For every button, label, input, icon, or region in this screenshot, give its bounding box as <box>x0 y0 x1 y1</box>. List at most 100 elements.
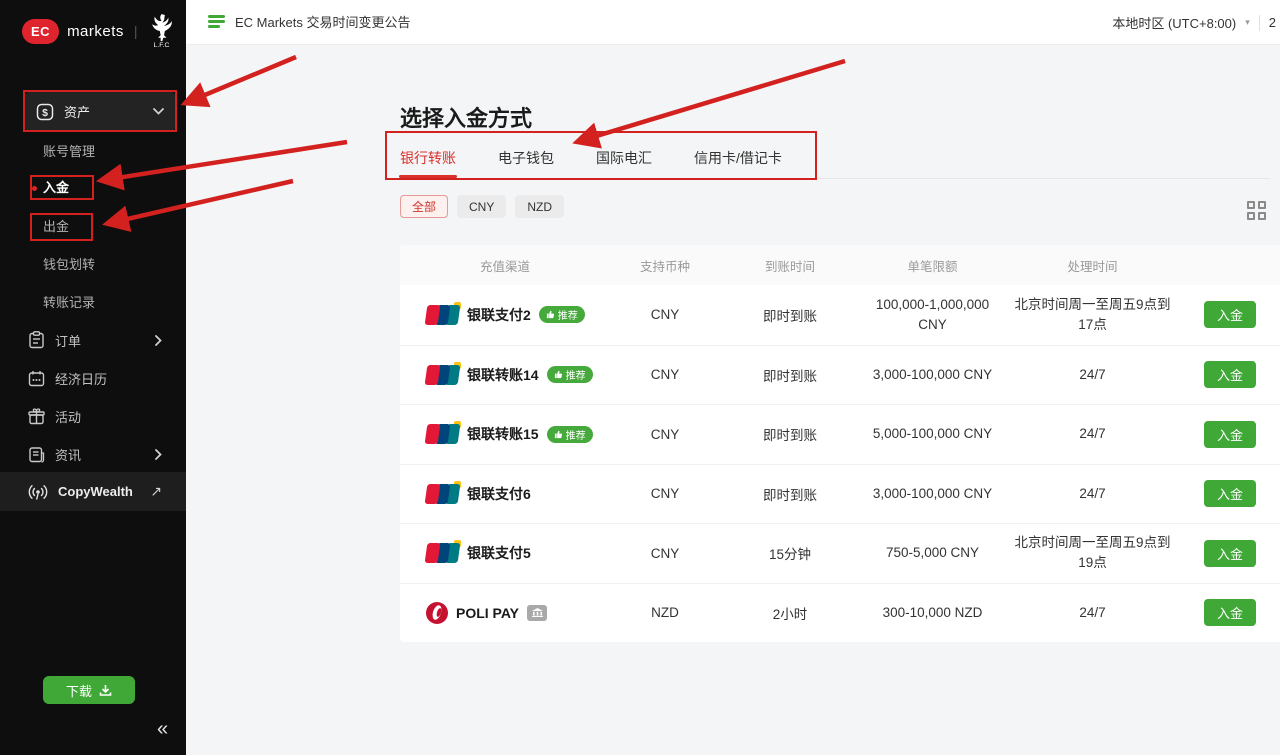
sidebar-item-label: 资讯 <box>55 445 145 464</box>
currency: CNY <box>610 486 720 501</box>
col-header-arrival: 到账时间 <box>720 256 860 275</box>
chevron-down-icon <box>153 108 164 115</box>
limit: 3,000-100,000 CNY <box>873 484 992 504</box>
announcement-text: EC Markets 交易时间变更公告 <box>235 12 411 31</box>
chevron-right-icon <box>155 449 162 460</box>
markets-wordmark: markets <box>67 23 124 40</box>
arrival-time: 即时到账 <box>720 365 860 385</box>
deposit-channels-table: 充值渠道 支持币种 到账时间 单笔限额 处理时间 银联支付2 推荐 CNY 即时… <box>400 245 1280 642</box>
poli-logo <box>426 602 448 624</box>
active-dot <box>32 186 37 191</box>
sidebar-item-news[interactable]: 资讯 <box>0 435 186 473</box>
logo-divider: | <box>134 23 138 39</box>
grid-view-icon[interactable] <box>1247 201 1267 221</box>
currency: CNY <box>610 427 720 442</box>
currency: CNY <box>610 546 720 561</box>
sidebar-item-label: CopyWealth <box>58 484 140 499</box>
table-row: 银联转账14 推荐 CNY 即时到账 3,000-100,000 CNY 24/… <box>400 345 1280 405</box>
processing-hours: 北京时间周一至周五9点到17点 <box>1005 295 1180 336</box>
table-row: 银联支付5 CNY 15分钟 750-5,000 CNY 北京时间周一至周五9点… <box>400 523 1280 583</box>
recommend-badge: 推荐 <box>539 306 585 323</box>
processing-hours: 24/7 <box>1005 365 1180 385</box>
sidebar-item-transfer-records[interactable]: 转账记录 <box>43 293 95 313</box>
filter-chip-all[interactable]: 全部 <box>400 195 448 218</box>
recommend-badge: 推荐 <box>547 366 593 383</box>
col-header-hours: 处理时间 <box>1005 256 1180 275</box>
bank-icon <box>527 605 547 621</box>
sidebar-collapse-icon[interactable]: « <box>157 718 168 741</box>
currency: NZD <box>610 605 720 620</box>
processing-hours: 24/7 <box>1005 603 1180 623</box>
limit: 300-10,000 NZD <box>883 603 983 623</box>
sidebar-item-deposit[interactable]: 入金 <box>43 178 69 198</box>
deposit-button[interactable]: 入金 <box>1204 361 1256 388</box>
arrival-time: 15分钟 <box>720 543 860 563</box>
sidebar-item-withdraw[interactable]: 出金 <box>43 217 69 237</box>
sidebar: EC markets | L.F.C $ 资产 账号管理 入金 出金 钱包划转 … <box>0 0 186 755</box>
download-icon <box>99 684 112 697</box>
channel-name: 银联支付5 <box>467 543 531 563</box>
deposit-button[interactable]: 入金 <box>1204 480 1256 507</box>
deposit-method-tabs: 银行转账 电子钱包 国际电汇 信用卡/借记卡 <box>400 134 1270 179</box>
channel-name: 银联转账15 <box>467 424 539 444</box>
arrival-time: 即时到账 <box>720 424 860 444</box>
channel-name: 银联支付2 <box>467 305 531 325</box>
filter-chip-nzd[interactable]: NZD <box>515 195 564 218</box>
assets-dollar-icon: $ <box>36 103 54 121</box>
svg-text:$: $ <box>42 107 48 119</box>
ec-logo: EC <box>22 19 59 44</box>
chevron-right-icon <box>155 335 162 346</box>
tab-bank-transfer[interactable]: 银行转账 <box>400 134 456 178</box>
sidebar-item-events[interactable]: 活动 <box>0 397 186 435</box>
col-header-limit: 单笔限额 <box>860 256 1005 275</box>
deposit-button[interactable]: 入金 <box>1204 599 1256 626</box>
gift-icon <box>28 408 45 425</box>
tab-credit-debit-card[interactable]: 信用卡/借记卡 <box>694 134 782 178</box>
arrival-time: 即时到账 <box>720 484 860 504</box>
unionpay-logo <box>426 424 459 444</box>
table-row: 银联支付2 推荐 CNY 即时到账 100,000-1,000,000 CNY … <box>400 285 1280 345</box>
limit: 750-5,000 CNY <box>886 543 979 563</box>
brand-logo: EC markets | L.F.C <box>22 14 175 48</box>
processing-hours: 24/7 <box>1005 424 1180 444</box>
orders-icon <box>28 331 45 349</box>
table-row: 银联转账15 推荐 CNY 即时到账 5,000-100,000 CNY 24/… <box>400 404 1280 464</box>
tab-international-wire[interactable]: 国际电汇 <box>596 134 652 178</box>
page-title: 选择入金方式 <box>400 101 532 133</box>
announcement-link[interactable]: EC Markets 交易时间变更公告 <box>208 12 411 31</box>
topbar-right-clipped: 2 <box>1269 15 1276 30</box>
download-button[interactable]: 下载 <box>43 676 135 704</box>
tab-ewallet[interactable]: 电子钱包 <box>498 134 554 178</box>
topbar-divider <box>1259 15 1260 31</box>
col-header-channel: 充值渠道 <box>400 256 610 275</box>
sidebar-item-account-management[interactable]: 账号管理 <box>43 142 95 162</box>
sidebar-item-assets[interactable]: $ 资产 <box>24 91 176 132</box>
currency: CNY <box>610 307 720 322</box>
unionpay-logo <box>426 543 459 563</box>
sidebar-item-copywealth[interactable]: CopyWealth ↗ <box>0 472 186 511</box>
sidebar-item-label: 资产 <box>64 102 143 121</box>
deposit-button[interactable]: 入金 <box>1204 421 1256 448</box>
external-link-icon: ↗ <box>150 483 162 500</box>
sidebar-item-orders[interactable]: 订单 <box>0 321 186 359</box>
channel-name: 银联转账14 <box>467 365 539 385</box>
filter-chip-cny[interactable]: CNY <box>457 195 506 218</box>
svg-text:L.F.C: L.F.C <box>153 42 169 48</box>
deposit-button[interactable]: 入金 <box>1204 301 1256 328</box>
deposit-button[interactable]: 入金 <box>1204 540 1256 567</box>
processing-hours: 北京时间周一至周五9点到19点 <box>1005 533 1180 574</box>
broadcast-icon <box>28 484 48 500</box>
limit: 3,000-100,000 CNY <box>873 365 992 385</box>
calendar-icon <box>28 370 45 387</box>
channel-name: 银联支付6 <box>467 484 531 504</box>
table-header-row: 充值渠道 支持币种 到账时间 单笔限额 处理时间 <box>400 245 1280 285</box>
announcement-lines-icon <box>208 13 225 31</box>
timezone-selector[interactable]: 本地时区 (UTC+8:00) <box>1112 13 1236 32</box>
table-row: 银联支付6 CNY 即时到账 3,000-100,000 CNY 24/7 入金 <box>400 464 1280 524</box>
table-row: POLI PAY NZD 2小时 300-10,000 NZD 24/7 入金 <box>400 583 1280 643</box>
sidebar-item-economic-calendar[interactable]: 经济日历 <box>0 359 186 397</box>
limit: 100,000-1,000,000 CNY <box>872 295 994 334</box>
unionpay-logo <box>426 484 459 504</box>
recommend-badge: 推荐 <box>547 426 593 443</box>
sidebar-item-wallet-transfer[interactable]: 钱包划转 <box>43 255 95 275</box>
